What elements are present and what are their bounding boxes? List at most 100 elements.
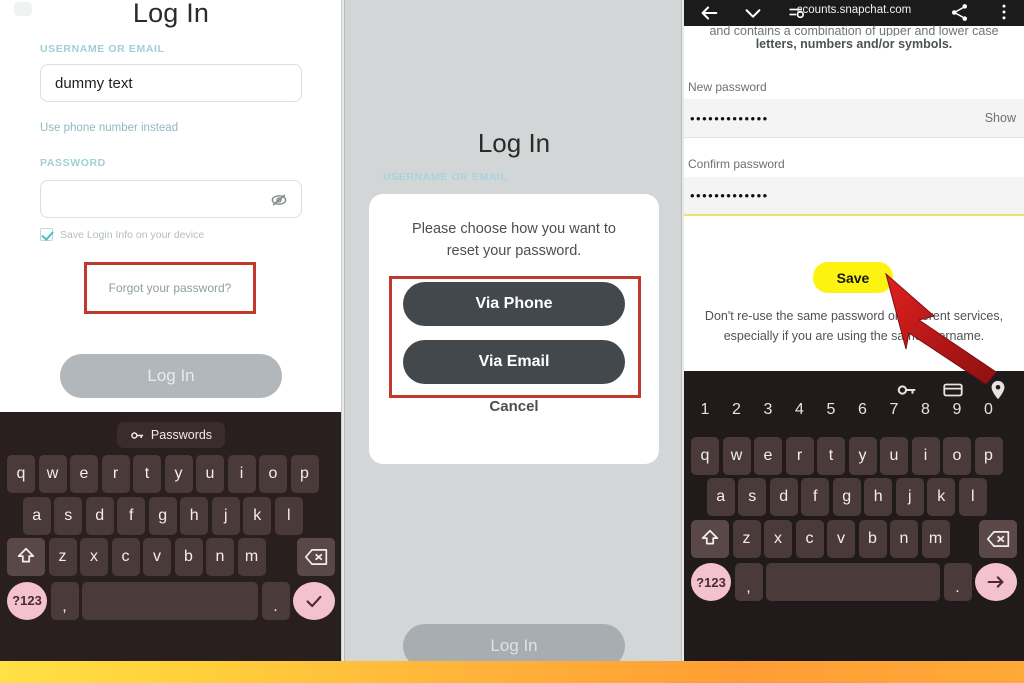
key-g[interactable]: g — [832, 478, 861, 516]
key-r[interactable]: r — [785, 436, 814, 475]
shift-key[interactable] — [691, 519, 729, 558]
key-t[interactable]: t — [133, 455, 161, 493]
key-v[interactable]: v — [827, 519, 855, 558]
action-key[interactable] — [975, 563, 1017, 601]
key-l[interactable]: l — [274, 496, 303, 535]
save-login-info-row[interactable]: Save Login Info on your device — [40, 228, 204, 241]
key-5[interactable]: 5 — [817, 401, 845, 419]
key-x[interactable]: x — [80, 538, 108, 576]
key-icon[interactable] — [896, 379, 918, 401]
passwords-suggestion-chip[interactable]: Passwords — [117, 422, 225, 448]
key-p[interactable]: p — [290, 455, 319, 493]
key-a[interactable]: a — [706, 478, 735, 516]
use-phone-number-link[interactable]: Use phone number instead — [40, 122, 178, 134]
key-x[interactable]: x — [764, 519, 792, 558]
backspace-key[interactable] — [979, 519, 1017, 558]
symbols-key[interactable]: ?123 — [691, 563, 731, 601]
key-r[interactable]: r — [101, 455, 130, 493]
dialog-message: Please choose how you want to reset your… — [391, 218, 637, 262]
key-4[interactable]: 4 — [786, 401, 814, 419]
key-3[interactable]: 3 — [754, 401, 782, 419]
key-i[interactable]: i — [227, 455, 256, 493]
comma-key[interactable]: , — [734, 563, 763, 601]
key-c[interactable]: c — [795, 519, 824, 558]
key-t[interactable]: t — [817, 436, 845, 475]
username-input[interactable]: dummy text — [40, 64, 302, 102]
key-e[interactable]: e — [70, 455, 98, 493]
location-pin-icon[interactable] — [987, 379, 1009, 401]
key-n[interactable]: n — [890, 519, 918, 558]
symbols-key[interactable]: ?123 — [7, 581, 47, 620]
key-k[interactable]: k — [927, 478, 956, 516]
key-w[interactable]: w — [722, 436, 751, 475]
key-p[interactable]: p — [974, 436, 1003, 475]
dialog-login-button[interactable]: Log In — [403, 624, 625, 663]
key-h[interactable]: h — [864, 478, 893, 516]
key-q[interactable]: q — [7, 455, 35, 493]
key-y[interactable]: y — [848, 436, 877, 475]
key-q[interactable]: q — [691, 436, 719, 475]
key-z[interactable]: z — [48, 538, 77, 576]
key-z[interactable]: z — [732, 519, 761, 558]
key-i[interactable]: i — [911, 436, 940, 475]
period-key[interactable]: . — [261, 581, 290, 620]
key-a[interactable]: a — [22, 496, 51, 535]
key-h[interactable]: h — [180, 496, 209, 535]
url-text[interactable]: ccounts.snapchat.com — [684, 4, 1024, 16]
key-v[interactable]: v — [143, 538, 171, 576]
dialog-screen-title: Log In — [477, 128, 551, 158]
show-password-button[interactable]: Show — [985, 111, 1016, 125]
key-9[interactable]: 9 — [943, 401, 971, 419]
key-m[interactable]: m — [921, 519, 950, 558]
key-o[interactable]: o — [259, 455, 287, 493]
key-u[interactable]: u — [196, 455, 224, 493]
space-key[interactable] — [766, 563, 940, 601]
credit-card-icon[interactable] — [942, 379, 964, 401]
key-m[interactable]: m — [237, 538, 266, 576]
key-8[interactable]: 8 — [912, 401, 940, 419]
login-button[interactable]: Log In — [60, 354, 282, 398]
backspace-key[interactable] — [297, 538, 335, 576]
key-j[interactable]: j — [895, 478, 924, 516]
keyboard-autofill-row[interactable] — [684, 371, 1024, 401]
key-l[interactable]: l — [958, 478, 987, 516]
key-b[interactable]: b — [858, 519, 887, 558]
key-2[interactable]: 2 — [723, 401, 751, 419]
key-f[interactable]: f — [117, 496, 146, 535]
key-b[interactable]: b — [174, 538, 203, 576]
key-6[interactable]: 6 — [849, 401, 877, 419]
key-o[interactable]: o — [943, 436, 971, 475]
key-y[interactable]: y — [164, 455, 193, 493]
confirm-password-field[interactable]: ••••••••••••• — [684, 177, 1024, 216]
onscreen-keyboard-panel3[interactable]: 1 2 3 4 5 6 7 8 9 0 q w e r t y u i o p a s d f g h j k l z x c v b n m ?123… — [684, 371, 1024, 663]
key-d[interactable]: d — [769, 478, 798, 516]
key-c[interactable]: c — [111, 538, 140, 576]
eye-off-icon[interactable] — [269, 190, 289, 210]
key-e[interactable]: e — [754, 436, 782, 475]
save-login-label: Save Login Info on your device — [60, 228, 205, 241]
space-key[interactable] — [82, 581, 258, 620]
key-n[interactable]: n — [206, 538, 234, 576]
key-s[interactable]: s — [738, 478, 767, 516]
cancel-button[interactable]: Cancel — [369, 398, 659, 415]
key-s[interactable]: s — [54, 496, 83, 535]
password-input[interactable] — [40, 180, 302, 218]
shift-key[interactable] — [7, 538, 45, 576]
key-u[interactable]: u — [880, 436, 908, 475]
onscreen-keyboard-panel1[interactable]: Passwords q w e r t y u i o p a s d f g h j k l z x c v b n m ?123… — [0, 412, 342, 663]
key-0[interactable]: 0 — [975, 401, 1003, 419]
key-d[interactable]: d — [85, 496, 114, 535]
key-j[interactable]: j — [211, 496, 240, 535]
action-key[interactable] — [293, 581, 335, 620]
key-k[interactable]: k — [243, 496, 272, 535]
key-w[interactable]: w — [38, 455, 67, 493]
period-key[interactable]: . — [943, 563, 972, 601]
key-1[interactable]: 1 — [691, 401, 719, 419]
save-login-checkbox[interactable] — [40, 228, 53, 241]
key-g[interactable]: g — [148, 496, 177, 535]
new-password-field[interactable]: ••••••••••••• Show — [684, 99, 1024, 138]
key-f[interactable]: f — [801, 478, 830, 516]
key-7[interactable]: 7 — [880, 401, 908, 419]
save-button[interactable]: Save — [813, 262, 893, 293]
comma-key[interactable]: , — [50, 581, 79, 620]
